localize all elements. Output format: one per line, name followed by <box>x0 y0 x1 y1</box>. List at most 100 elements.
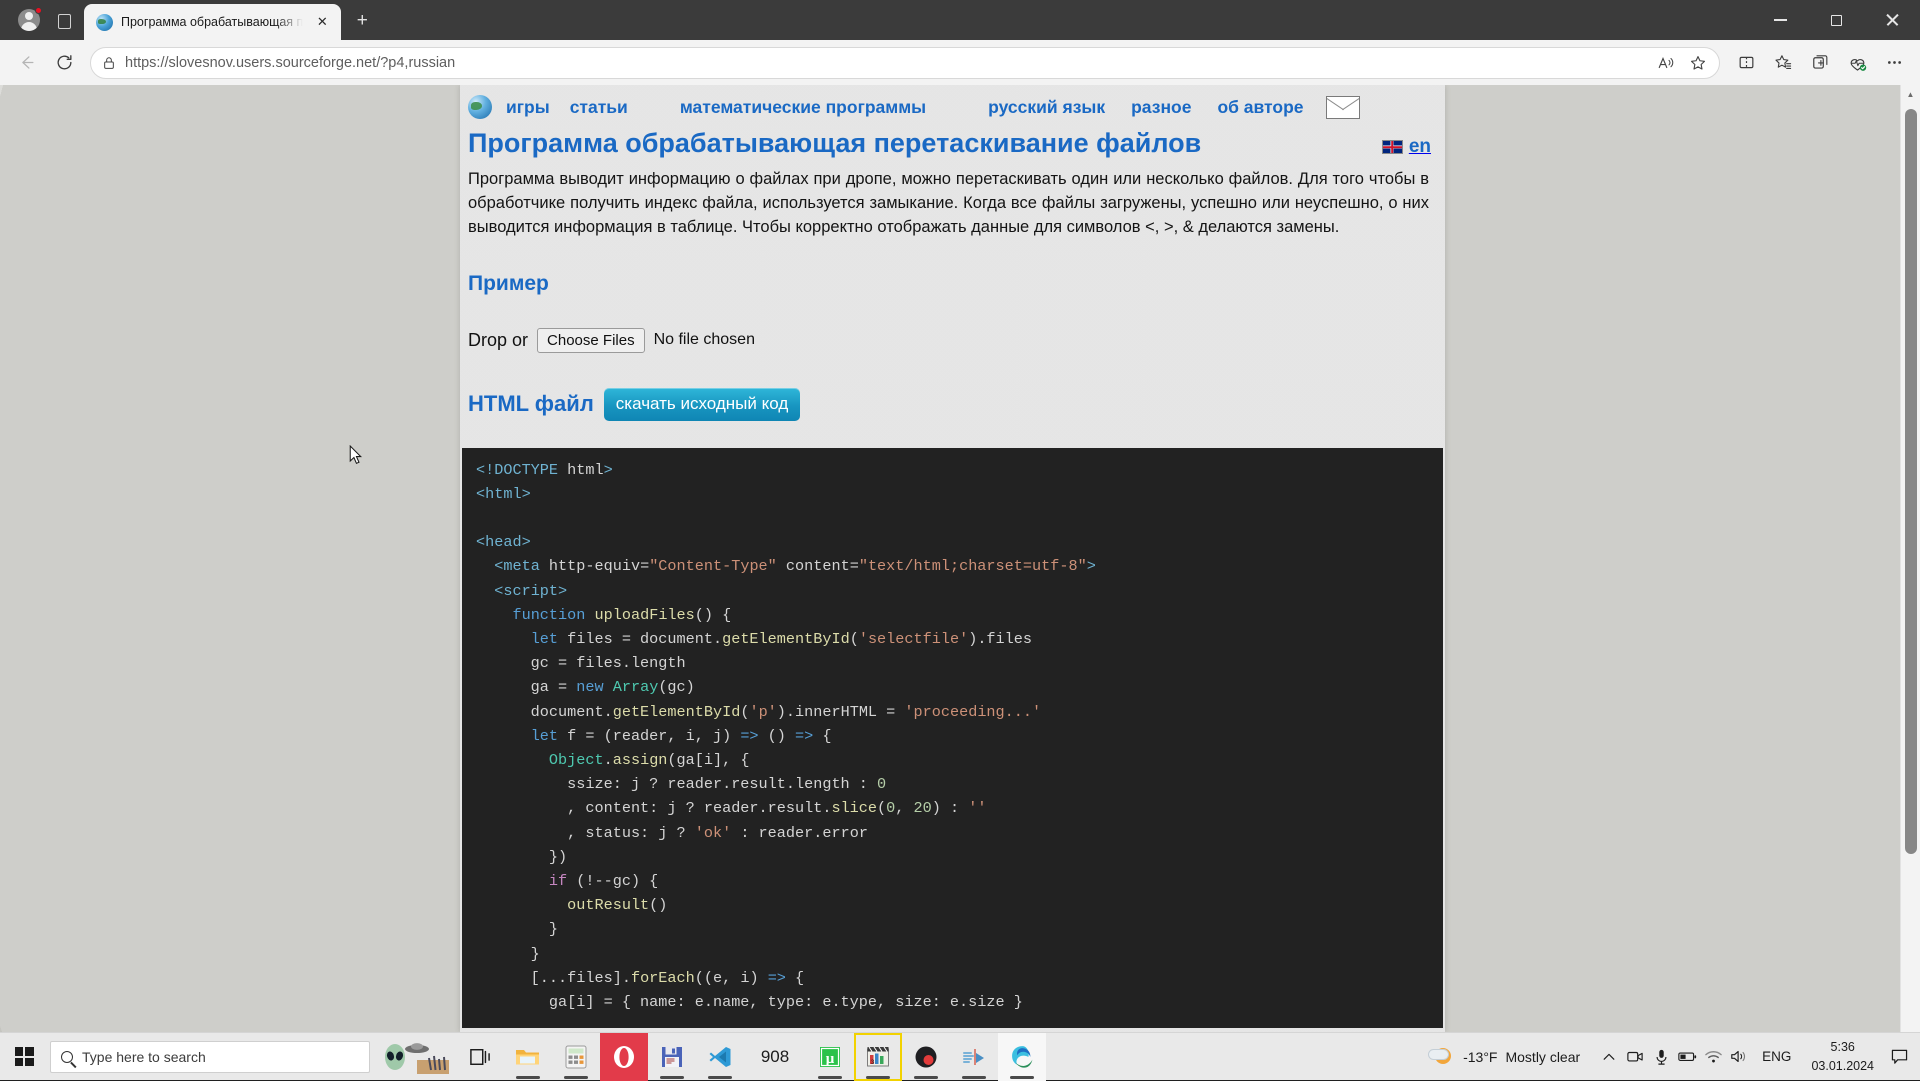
page-scrollbar[interactable]: ▲ <box>1900 85 1920 1032</box>
code-token: ga[i] = { name: e.name, type: e.type, si… <box>476 993 1023 1011</box>
utorrent-button[interactable]: μ <box>806 1033 854 1081</box>
tab-close-icon[interactable]: ✕ <box>311 11 333 33</box>
microphone-tray-button[interactable] <box>1648 1037 1674 1077</box>
code-token: }) <box>476 848 567 866</box>
code-token <box>476 582 494 600</box>
collections-button[interactable] <box>1802 46 1838 80</box>
calculator-button[interactable] <box>552 1033 600 1081</box>
code-token: , content: j ? reader.result. <box>476 799 831 817</box>
close-button[interactable] <box>1864 0 1920 40</box>
code-line: <html> <box>476 485 531 503</box>
nav-link-math-programs[interactable]: математические программы <box>680 97 926 118</box>
windows-taskbar: Type here to search <box>0 1032 1920 1080</box>
minimize-button[interactable] <box>1752 0 1808 40</box>
page-title-row: Программа обрабатывающая перетаскивание … <box>460 127 1445 161</box>
wifi-icon <box>1705 1050 1722 1064</box>
browser-essentials-icon <box>1848 53 1867 72</box>
media-player-button[interactable] <box>950 1033 998 1081</box>
code-line: } <box>476 945 540 963</box>
clock[interactable]: 5:36 03.01.2024 <box>1801 1038 1884 1074</box>
site-info-lock-icon[interactable] <box>101 55 117 71</box>
tab-strip: Программа обрабатывающая п ✕ + <box>0 0 1920 40</box>
favorites-list-icon <box>1774 53 1793 72</box>
edge-button[interactable] <box>998 1033 1046 1081</box>
refresh-button[interactable] <box>46 46 82 80</box>
movie-maker-button[interactable]: 3 <box>854 1033 902 1081</box>
scroll-up-arrow-icon[interactable]: ▲ <box>1901 85 1920 103</box>
code-line: , content: j ? reader.result.slice(0, 20… <box>476 799 986 817</box>
language-switch-en[interactable]: en <box>1382 136 1431 158</box>
profile-button[interactable] <box>12 3 46 37</box>
code-token <box>476 727 531 745</box>
language-indicator[interactable]: ENG <box>1752 1049 1801 1064</box>
nav-link-games[interactable]: игры <box>506 97 550 118</box>
back-button[interactable] <box>8 46 44 80</box>
notifications-button[interactable] <box>1884 1037 1914 1077</box>
camera-tray-button[interactable] <box>1622 1037 1648 1077</box>
file-explorer-button[interactable] <box>504 1033 552 1081</box>
code-token <box>476 751 549 769</box>
code-line: gc = files.length <box>476 654 686 672</box>
favorites-button[interactable] <box>1765 46 1801 80</box>
file-drop-row: Drop or Choose Files No file chosen <box>460 296 1445 353</box>
nav-link-about-author[interactable]: об авторе <box>1217 97 1303 118</box>
browser-tab[interactable]: Программа обрабатывающая п ✕ <box>84 4 341 40</box>
add-favorite-button[interactable] <box>1683 50 1713 76</box>
weather-widget[interactable]: -13°F Mostly clear <box>1419 1046 1590 1068</box>
code-token: <meta <box>494 557 540 575</box>
code-token <box>476 872 549 890</box>
code-token: () { <box>695 606 731 624</box>
site-logo-globe-icon[interactable] <box>468 95 492 119</box>
start-button[interactable] <box>0 1033 48 1081</box>
code-token: uploadFiles <box>595 606 695 624</box>
download-source-button[interactable]: скачать исходный код <box>604 388 800 421</box>
scrollbar-thumb[interactable] <box>1905 109 1917 854</box>
taskbar-right-area: -13°F Mostly clear <box>1419 1033 1920 1081</box>
battery-tray-button[interactable] <box>1674 1037 1700 1077</box>
new-tab-button[interactable]: + <box>347 6 377 36</box>
obs-studio-button[interactable] <box>902 1033 950 1081</box>
url-text: https://slovesnov.users.sourceforge.net/… <box>125 55 1643 71</box>
code-token: "Content-Type" <box>649 557 777 575</box>
code-token: Array <box>613 678 659 696</box>
code-token: () <box>759 727 795 745</box>
volume-tray-button[interactable] <box>1726 1037 1752 1077</box>
browser-essentials-button[interactable] <box>1839 46 1875 80</box>
show-hidden-icons-button[interactable] <box>1596 1037 1622 1077</box>
mail-icon[interactable] <box>1326 96 1360 119</box>
maximize-button[interactable] <box>1808 0 1864 40</box>
address-bar[interactable]: https://slovesnov.users.sourceforge.net/… <box>90 47 1720 79</box>
code-line: let files = document.getElementById('sel… <box>476 630 1032 648</box>
code-token: <head> <box>476 533 531 551</box>
taskbar-search-box[interactable]: Type here to search <box>50 1041 370 1073</box>
code-token: html <box>558 461 604 479</box>
media-player-icon <box>962 1045 986 1069</box>
read-aloud-button[interactable] <box>1651 50 1681 76</box>
code-token: new <box>576 678 603 696</box>
settings-more-button[interactable] <box>1876 46 1912 80</box>
code-token: ssize: j ? reader.result.length : <box>476 775 877 793</box>
task-view-button[interactable] <box>456 1033 504 1081</box>
calculator-icon <box>565 1045 587 1069</box>
nav-link-articles[interactable]: статьи <box>570 97 628 118</box>
code-token <box>476 896 567 914</box>
code-line: Object.assign(ga[i], { <box>476 751 749 769</box>
code-token: : reader.error <box>731 824 868 842</box>
tab-actions-button[interactable] <box>50 6 78 36</box>
code-token: f = (reader, i, j) <box>558 727 740 745</box>
counter-indicator[interactable]: 908 <box>744 1033 806 1081</box>
split-screen-button[interactable] <box>1728 46 1764 80</box>
nav-link-russian[interactable]: русский язык <box>988 97 1105 118</box>
choose-files-button[interactable]: Choose Files <box>537 328 645 353</box>
code-line: function uploadFiles() { <box>476 606 731 624</box>
vscode-button[interactable] <box>696 1033 744 1081</box>
wifi-tray-button[interactable] <box>1700 1037 1726 1077</box>
search-highlight-image[interactable] <box>370 1033 456 1081</box>
code-token: 'p' <box>749 703 776 721</box>
save-app-button[interactable] <box>648 1033 696 1081</box>
opera-button[interactable] <box>600 1033 648 1081</box>
search-icon <box>61 1051 73 1063</box>
nav-link-misc[interactable]: разное <box>1131 97 1191 118</box>
code-token: slice <box>831 799 877 817</box>
code-token: content= <box>777 557 859 575</box>
